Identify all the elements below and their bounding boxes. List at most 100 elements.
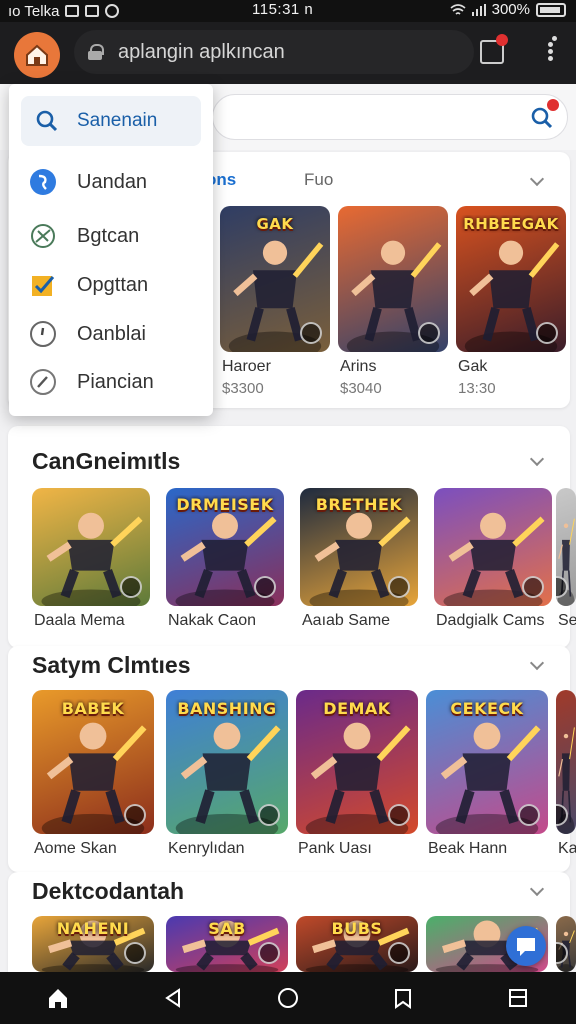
play-icon[interactable] — [124, 804, 146, 826]
floating-action-button[interactable] — [506, 926, 546, 966]
address-bar[interactable]: aplangin aplkıncan — [74, 30, 474, 74]
game-tile[interactable]: DRMEISEK — [166, 488, 284, 606]
play-icon[interactable] — [300, 322, 322, 344]
menu-search-item[interactable]: Sanenain — [21, 96, 201, 146]
dropdown-menu: Sanenain Uandan Bgtcan Opgttan Oanblai Pianc… — [9, 84, 213, 416]
battery-icon — [536, 2, 566, 17]
menu-item-bgtcan[interactable]: Bgtcan — [29, 218, 205, 254]
game-title: Gak — [458, 358, 488, 375]
play-icon[interactable] — [124, 942, 146, 964]
globe-icon — [29, 168, 57, 196]
game-tile[interactable]: CEKECK — [426, 690, 548, 834]
game-logo-text: SAB — [208, 919, 246, 939]
game-tile[interactable]: DEMAK — [296, 690, 418, 834]
section-title: Satym Clmtıes — [32, 652, 191, 678]
game-tile[interactable]: SAB — [166, 916, 288, 972]
menu-item-label: Bgtcan — [77, 224, 140, 247]
nav-bookmarks[interactable] — [383, 978, 423, 1018]
dot-icon — [547, 49, 553, 54]
message-icon — [65, 5, 80, 17]
game-title: Daala Mema — [34, 612, 125, 629]
game-title: Kenrylıdan — [168, 840, 245, 857]
game-title: Pank Uası — [298, 840, 372, 857]
game-title: Se — [558, 612, 576, 629]
game-logo-text: RHBEEGAK — [463, 214, 559, 233]
clock-label: 115:31 n — [252, 1, 314, 18]
menu-search-label: Sanenain — [77, 110, 158, 131]
carrier-label: ıo Telka — [8, 2, 60, 20]
dot-icon — [547, 56, 553, 61]
game-logo-text: BABEK — [61, 698, 125, 718]
game-logo-text: BANSHING — [177, 698, 277, 718]
game-tile[interactable] — [434, 488, 552, 606]
menu-item-label: Oanblai — [77, 322, 146, 345]
bookmark-icon — [395, 989, 412, 1009]
sync-icon — [29, 222, 57, 250]
chevron-down-icon[interactable] — [529, 881, 545, 897]
sync-icon — [105, 4, 120, 18]
notification-badge — [552, 36, 557, 41]
house-icon — [26, 44, 48, 66]
url-text: aplangin aplkıncan — [118, 40, 285, 63]
menu-item-opgttan[interactable]: Opgttan — [29, 267, 205, 303]
game-tile[interactable]: BABEK — [32, 690, 154, 834]
game-title: Nakak Caon — [168, 612, 257, 629]
game-tile[interactable] — [556, 690, 576, 834]
play-icon[interactable] — [120, 576, 142, 598]
search-input[interactable] — [212, 94, 568, 140]
game-title: Beak Hann — [428, 840, 508, 857]
play-icon[interactable] — [254, 576, 276, 598]
game-title: Dadgialk Cams — [436, 612, 545, 629]
battery-percent: 300% — [491, 1, 530, 18]
recents-icon — [509, 989, 528, 1007]
game-price: 13:30 — [458, 380, 496, 397]
nav-recents[interactable] — [498, 978, 538, 1018]
game-tile[interactable] — [32, 488, 150, 606]
clock-icon — [29, 320, 57, 348]
section-title: CanGneimıtls — [32, 448, 181, 474]
play-icon[interactable] — [258, 804, 280, 826]
play-icon[interactable] — [388, 942, 410, 964]
chevron-down-icon[interactable] — [529, 451, 545, 467]
app-screen: ıo Telka 115:31 n 300% aplangin aplkınca… — [0, 0, 576, 1024]
circle-icon — [277, 988, 298, 1008]
play-icon[interactable] — [388, 804, 410, 826]
nav-back[interactable] — [153, 978, 193, 1018]
game-tile[interactable] — [556, 488, 576, 606]
signal-icon — [471, 3, 486, 16]
play-icon[interactable] — [258, 942, 280, 964]
game-title: Haroer — [222, 358, 271, 375]
image-icon — [85, 5, 100, 17]
play-icon[interactable] — [518, 804, 540, 826]
notification-badge — [496, 34, 508, 46]
menu-item-piancian[interactable]: Piancian — [29, 364, 205, 400]
chevron-down-icon[interactable] — [529, 655, 545, 671]
game-tile[interactable]: RHBEEGAK — [456, 206, 566, 352]
tabs-button[interactable] — [480, 34, 508, 64]
game-tile[interactable] — [556, 916, 576, 972]
menu-item-uandan[interactable]: Uandan — [29, 164, 205, 200]
menu-item-label: Opgttan — [77, 273, 149, 296]
overflow-menu-button[interactable] — [538, 36, 562, 64]
nav-home-circle[interactable] — [268, 978, 308, 1018]
play-icon[interactable] — [418, 322, 440, 344]
game-tile[interactable] — [338, 206, 448, 352]
lock-icon — [88, 44, 104, 60]
tab-other[interactable]: Fuo — [304, 170, 333, 190]
wifi-icon — [450, 3, 466, 15]
nav-home[interactable] — [38, 978, 78, 1018]
game-tile[interactable]: NAHENI — [32, 916, 154, 972]
menu-item-oanblai[interactable]: Oanblai — [29, 316, 205, 352]
chevron-down-icon[interactable] — [529, 171, 545, 187]
game-tile[interactable]: BANSHING — [166, 690, 288, 834]
game-tile[interactable]: GAK — [220, 206, 330, 352]
game-tile[interactable]: BRETHEK — [300, 488, 418, 606]
home-button[interactable] — [14, 32, 60, 78]
play-icon[interactable] — [522, 576, 544, 598]
play-icon[interactable] — [388, 576, 410, 598]
game-logo-text: BRETHEK — [315, 495, 403, 515]
game-title: Arins — [340, 358, 377, 375]
play-icon[interactable] — [536, 322, 558, 344]
game-tile[interactable]: BUBS — [296, 916, 418, 972]
compass-icon — [29, 368, 57, 396]
